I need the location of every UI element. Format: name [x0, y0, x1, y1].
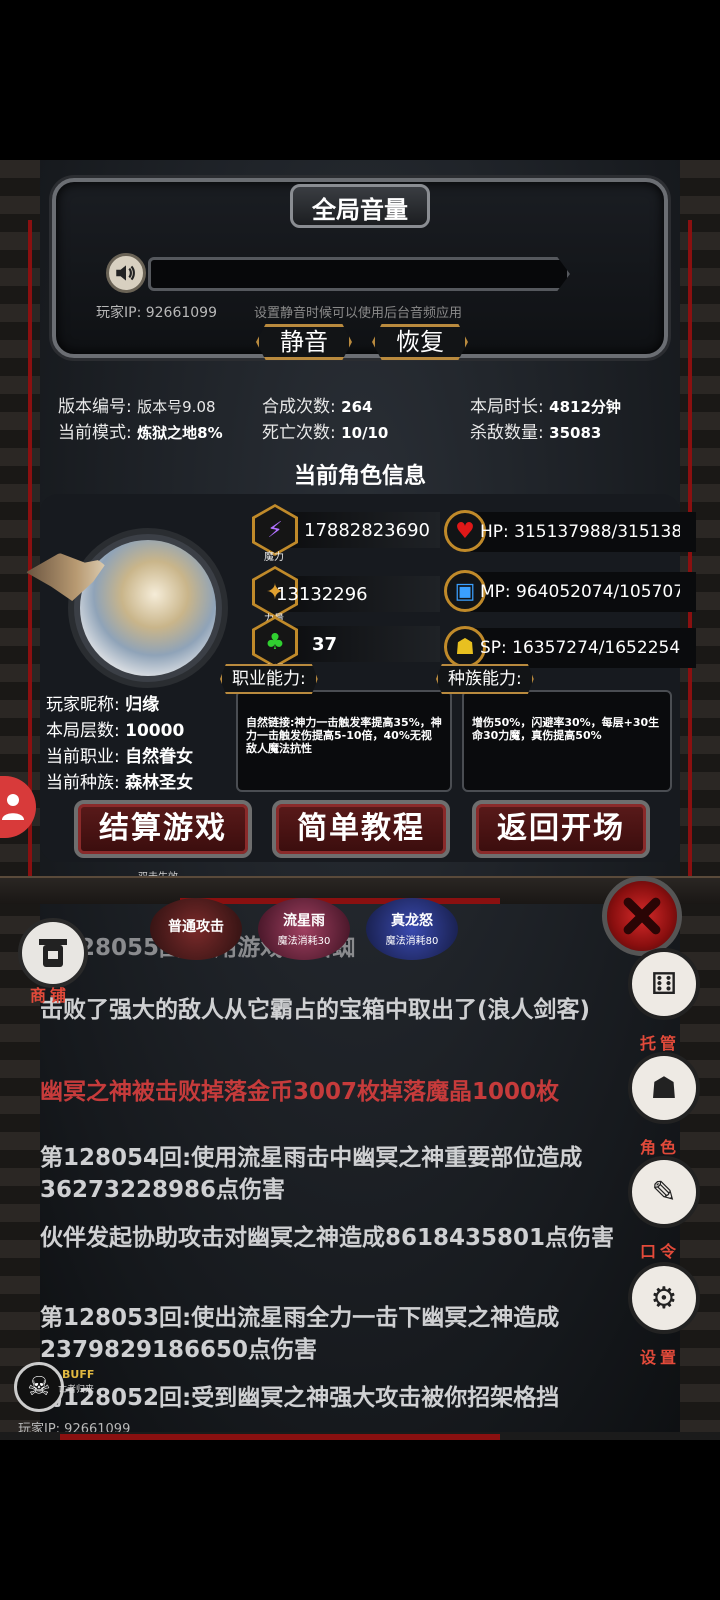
skill-meteor-name: 流星雨 [283, 913, 325, 929]
kills-stat: 杀敌数量: 35083 [470, 423, 602, 443]
skill-meteor[interactable]: 流星雨 魔法消耗30 [258, 898, 350, 960]
speaker-icon[interactable] [106, 253, 146, 293]
race-line: 当前种族: 森林圣女 [46, 773, 194, 793]
log-line-1: 击败了强大的敌人从它霸占的宝箱中取出了(浪人剑客) [40, 997, 591, 1023]
magic-caption: 魔力 [264, 552, 284, 563]
red-bar-bottom [60, 1434, 500, 1440]
job-ability-label: 职业能力: [220, 664, 318, 694]
skill-meteor-cost: 魔法消耗30 [277, 936, 331, 947]
skill-normal-attack-name: 普通攻击 [168, 919, 224, 935]
job-ability-box: 自然链接:神力一击触发率提高35%，神力一击触发伤提高5-10倍，40%无视敌人… [236, 690, 452, 792]
settle-game-button[interactable]: 结算游戏 [74, 800, 252, 858]
duration-stat: 本局时长: 4812分钟 [470, 397, 621, 417]
shop-icon [39, 939, 67, 967]
hooded-figure-icon: ☗ [650, 1070, 678, 1106]
log-line-3: 第128054回:使用流星雨击中幽冥之神重要部位造成36273228986点伤害 [40, 1145, 583, 1203]
back-to-start-button[interactable]: 返回开场 [472, 800, 650, 858]
synth-stat: 合成次数: 264 [262, 397, 373, 417]
magic-value: 17882823690 [304, 520, 430, 541]
mp-text: MP: 964052074/105707 [480, 582, 680, 602]
restore-button[interactable]: 恢复 [372, 324, 468, 360]
hp-text: HP: 315137988/315138 [480, 522, 680, 542]
close-icon [623, 897, 661, 935]
luck-value: 37 [312, 634, 338, 655]
book-icon: ✎ [651, 1174, 677, 1210]
character-portrait[interactable] [80, 540, 216, 676]
role-label: 角色 [640, 1138, 681, 1157]
skull-icon[interactable]: ☠ [14, 1362, 64, 1412]
role-button[interactable]: ☗ [628, 1052, 700, 1124]
floor-line: 本局层数: 10000 [46, 721, 185, 741]
user-icon [2, 792, 24, 820]
buff-subtitle: 亡者归来 [58, 1385, 95, 1395]
version-stat: 版本编号: 版本号9.08 [58, 397, 216, 417]
auto-label: 托管 [640, 1034, 681, 1053]
tutorial-button[interactable]: 简单教程 [272, 800, 450, 858]
mode-stat: 当前模式: 炼狱之地8% [58, 423, 223, 443]
race-ability-label: 种族能力: [436, 664, 534, 694]
nickname-line: 玩家昵称: 归缘 [46, 695, 160, 715]
race-ability-box: 增伤50%，闪避率30%，每层+30生命30力魔，真伤提高50% [462, 690, 672, 792]
log-line-6: 第128052回:受到幽冥之神强大攻击被你招架格挡 [40, 1385, 560, 1411]
right-ornament [680, 160, 720, 1440]
auto-button[interactable]: ⚅ [628, 948, 700, 1020]
volume-slider[interactable] [148, 257, 570, 291]
skill-dragon-rage[interactable]: 真龙怒 魔法消耗80 [366, 898, 458, 960]
volume-title: 全局音量 [312, 196, 408, 224]
player-ip: 玩家IP: 92661099 [96, 305, 217, 321]
skill-dragon-rage-name: 真龙怒 [391, 913, 433, 929]
volume-hint: 设置静音时候可以使用后台音频应用 [254, 306, 463, 321]
log-line-2: 幽冥之神被击败掉落金币3007枚掉落魔晶1000枚 [40, 1079, 560, 1105]
dice-icon: ⚅ [650, 966, 678, 1002]
right-red-rail [688, 220, 692, 900]
log-line-5: 第128053回:使出流星雨全力一击下幽冥之神造成2379829186650点伤… [40, 1305, 560, 1363]
mute-button[interactable]: 静音 [256, 324, 352, 360]
buff-title: BUFF [62, 1368, 95, 1381]
code-label: 口令 [640, 1242, 681, 1261]
job-line: 当前职业: 自然眷女 [46, 747, 194, 767]
shop-button[interactable] [18, 918, 88, 988]
character-section-title: 当前角色信息 [293, 464, 426, 489]
gear-icon: ⚙ [650, 1280, 678, 1316]
deaths-stat: 死亡次数: 10/10 [262, 423, 389, 443]
shop-label: 商铺 [30, 986, 71, 1005]
skill-normal-attack[interactable]: 普通攻击 [150, 898, 242, 960]
skill-dragon-rage-cost: 魔法消耗80 [385, 936, 439, 947]
log-line-4: 伙伴发起协助攻击对幽冥之神造成8618435801点伤害 [40, 1225, 615, 1251]
code-button[interactable]: ✎ [628, 1156, 700, 1228]
close-button[interactable] [602, 876, 682, 956]
sp-text: SP: 16357274/1652254 [480, 638, 680, 658]
settings-label: 设置 [640, 1348, 681, 1367]
settings-button[interactable]: ⚙ [628, 1262, 700, 1334]
power-value: 13132296 [276, 584, 368, 605]
